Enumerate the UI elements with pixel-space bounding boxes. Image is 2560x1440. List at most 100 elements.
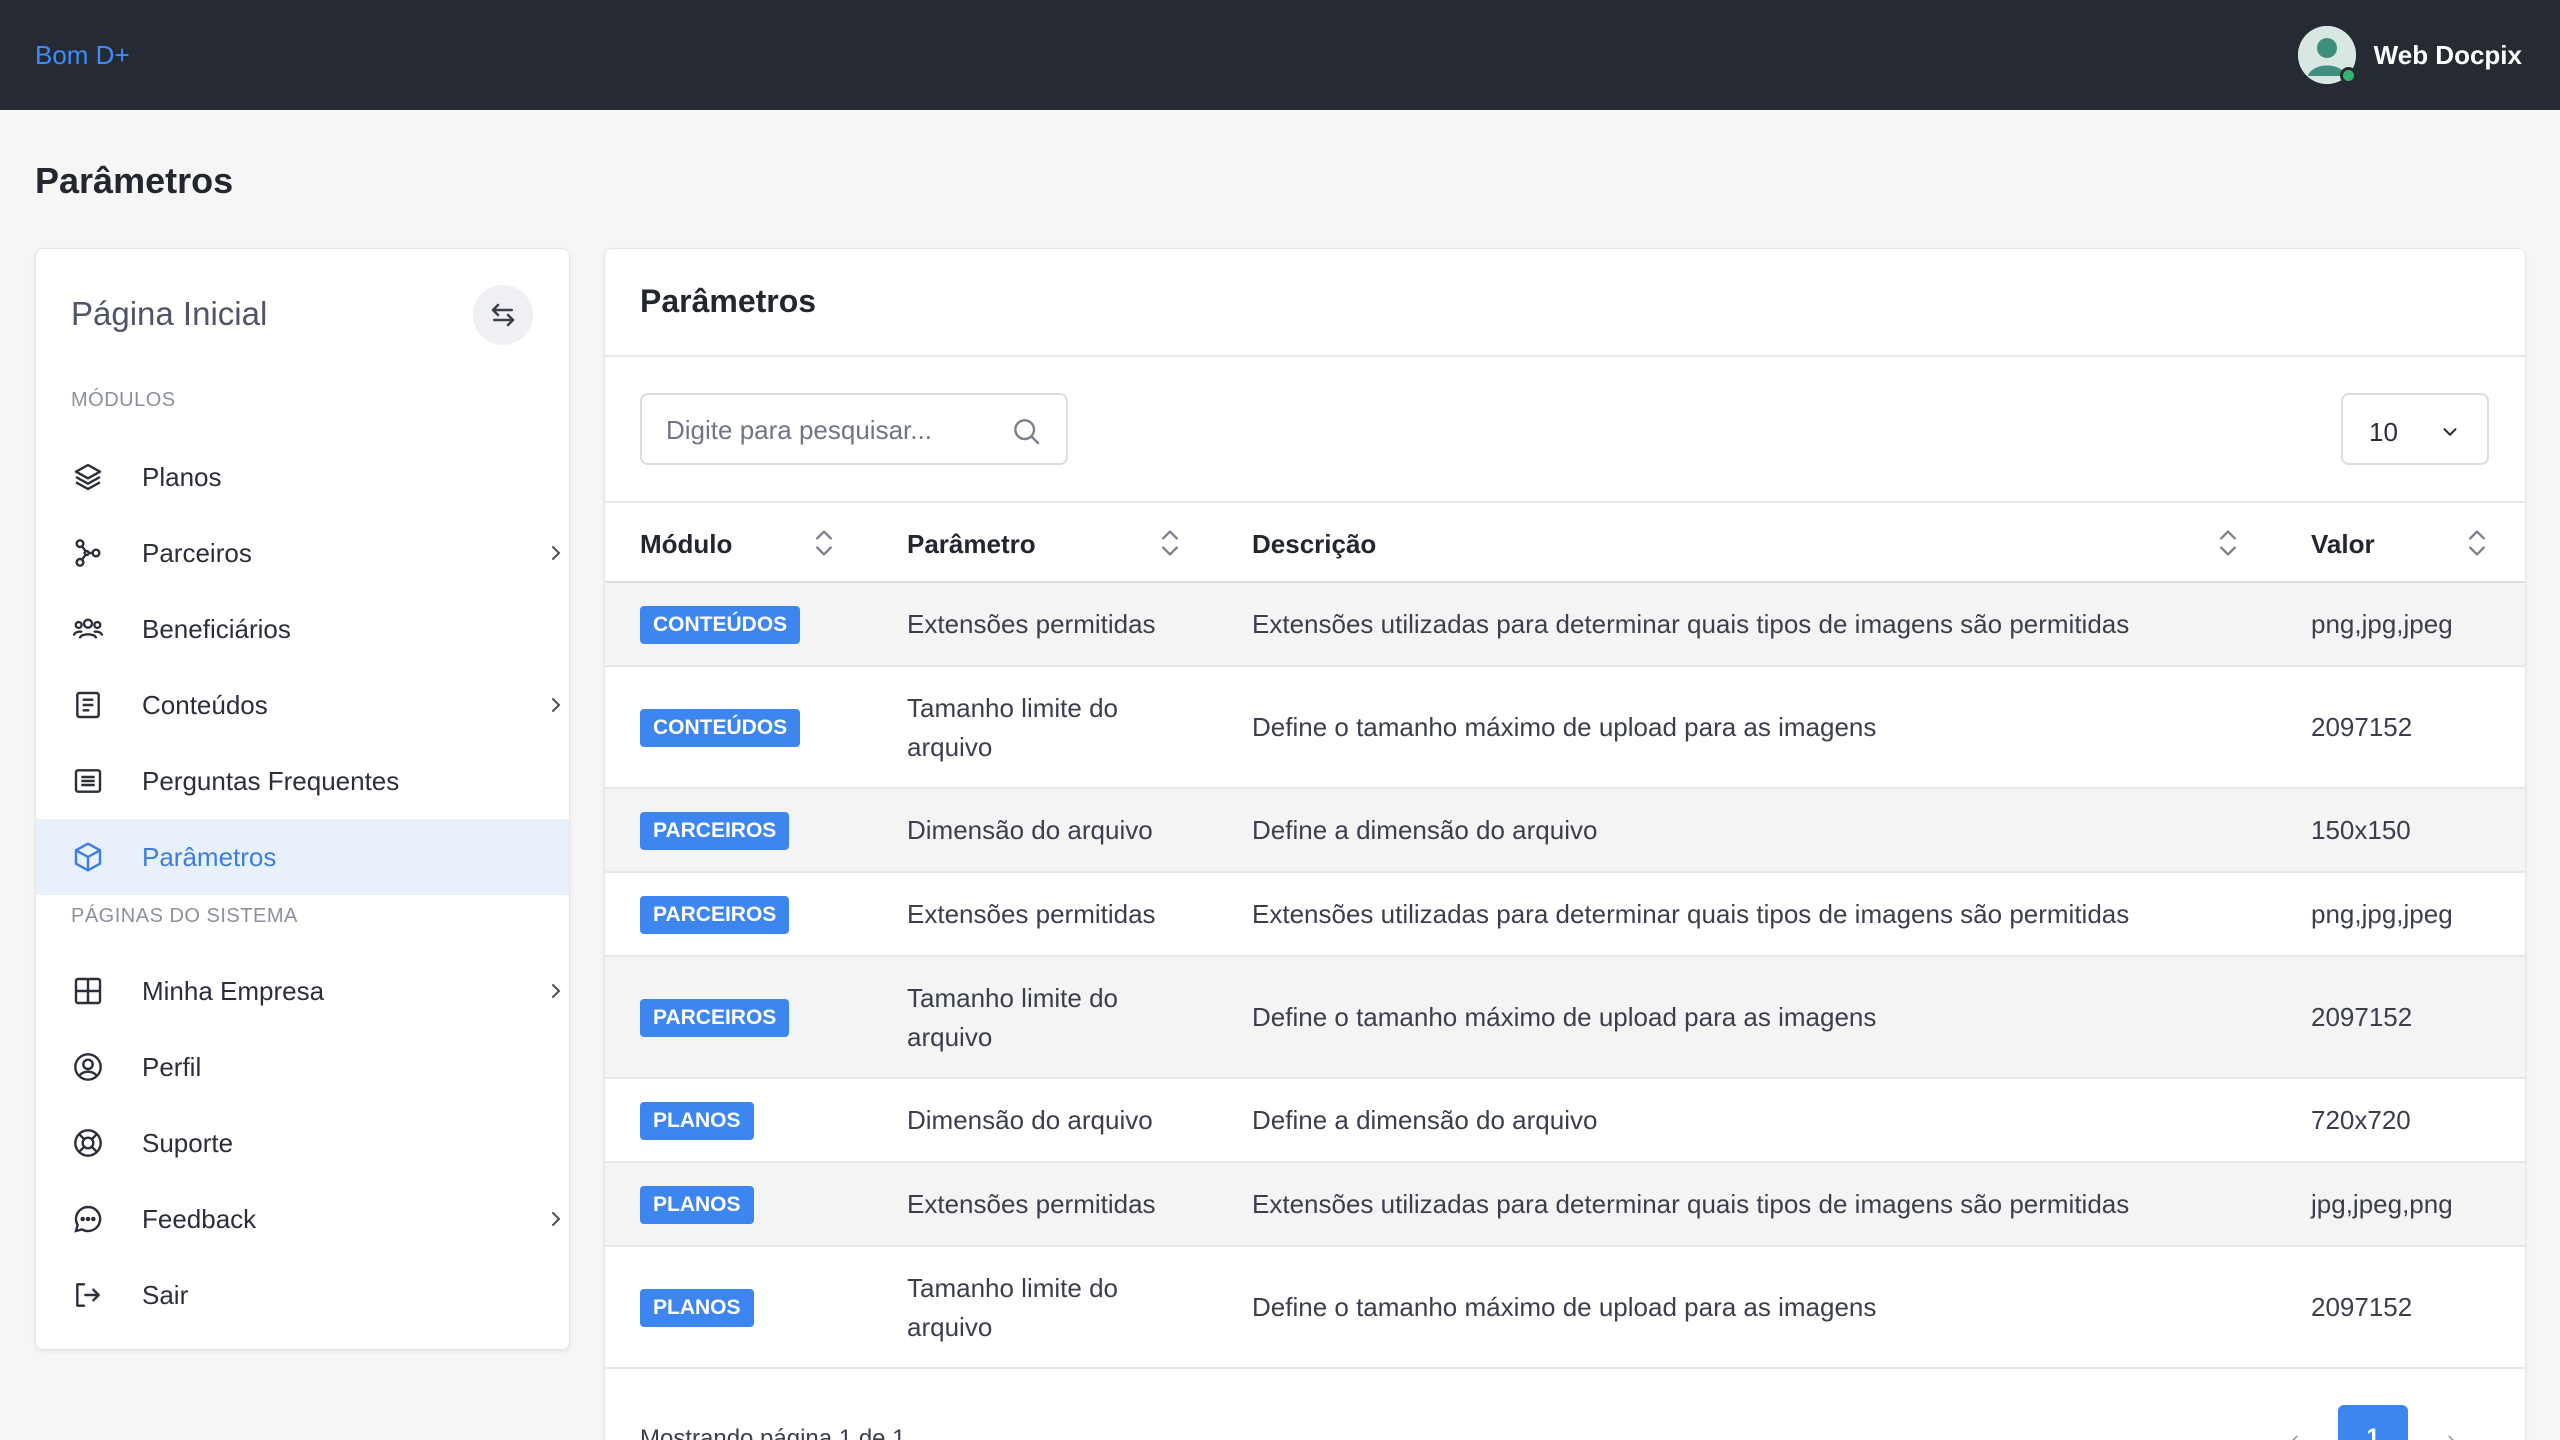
search-icon[interactable] [1010,415,1042,447]
table-row[interactable]: PLANOS Extensões permitidas Extensões ut… [605,1163,2525,1247]
sidebar-item-planos[interactable]: Planos [36,439,569,515]
value-cell: png,jpg,jpeg [2311,899,2453,929]
sidebar-toggle-button[interactable] [473,285,533,345]
chevron-right-icon[interactable] [2441,1431,2463,1440]
table-row[interactable]: PLANOS Tamanho limite do arquivo Define … [605,1247,2525,1369]
sidebar-item-perfil[interactable]: Perfil [36,1029,569,1105]
description-cell: Define a dimensão do arquivo [1252,1105,1598,1135]
parameter-cell: Dimensão do arquivo [907,1105,1153,1135]
parameter-cell: Tamanho limite do arquivo [907,983,1118,1052]
value-cell: 150x150 [2311,815,2411,845]
sidebar-item-label: Conteúdos [142,689,268,720]
module-badge: PARCEIROS [640,999,790,1037]
table-row[interactable]: PARCEIROS Tamanho limite do arquivo Defi… [605,957,2525,1079]
module-badge: PLANOS [640,1186,754,1224]
sidebar-item-label: Parâmetros [142,841,277,872]
avatar[interactable] [2297,26,2357,84]
parameter-cell: Tamanho limite do arquivo [907,1273,1118,1342]
page-size-value: 10 [2369,417,2398,447]
logout-icon [76,1283,100,1307]
description-cell: Extensões utilizadas para determinar qua… [1252,609,2130,639]
description-cell: Extensões utilizadas para determinar qua… [1252,899,2130,929]
column-header-modulo[interactable]: Módulo [640,529,732,560]
user-name[interactable]: Web Docpix [2374,40,2522,71]
description-cell: Extensões utilizadas para determinar qua… [1252,1189,2130,1219]
sort-icon[interactable] [2214,527,2242,559]
value-cell: 2097152 [2311,1292,2413,1322]
description-cell: Define a dimensão do arquivo [1252,815,1598,845]
module-badge: PLANOS [640,1289,754,1327]
chevron-left-icon[interactable] [2283,1431,2305,1440]
cube-icon [74,842,102,872]
parameter-cell: Tamanho limite do arquivo [907,693,1118,762]
panel-title: Parâmetros [640,283,817,319]
grid-icon [74,977,102,1005]
value-cell: jpg,jpeg,png [2311,1189,2453,1219]
module-badge: PARCEIROS [640,896,790,934]
parameter-cell: Extensões permitidas [907,1189,1156,1219]
section-label-system: PÁGINAS DO SISTEMA [71,905,298,927]
sidebar-item-conteudos[interactable]: Conteúdos [36,667,569,743]
value-cell: 2097152 [2311,712,2413,742]
description-cell: Define o tamanho máximo de upload para a… [1252,1292,1877,1322]
sidebar-title[interactable]: Página Inicial [71,295,267,333]
module-badge: CONTEÚDOS [640,606,801,644]
sidebar-item-label: Perguntas Frequentes [142,765,400,796]
table-header: Módulo Parâmetro Descrição Valor [605,501,2525,583]
sidebar-item-label: Feedback [142,1203,257,1234]
lifebuoy-icon [74,1129,102,1157]
sidebar-item-parceiros[interactable]: Parceiros [36,515,569,591]
chat-icon [74,1205,102,1233]
table-row[interactable]: CONTEÚDOS Extensões permitidas Extensões… [605,583,2525,667]
sidebar-item-parametros[interactable]: Parâmetros [36,819,569,895]
user-circle-icon [74,1053,102,1081]
module-badge: PARCEIROS [640,812,790,850]
sort-icon[interactable] [2463,527,2491,559]
section-label-modules: MÓDULOS [71,389,176,411]
chevron-down-icon [2443,428,2457,436]
parameters-panel: Parâmetros 10 Módulo Parâmetro Descrição… [604,248,2526,1440]
sidebar-item-suporte[interactable]: Suporte [36,1105,569,1181]
brand-logo[interactable]: Bom D+ [35,40,130,71]
parameter-cell: Extensões permitidas [907,899,1156,929]
pagination-page-button[interactable]: 1 [2338,1405,2408,1440]
table-row[interactable]: CONTEÚDOS Tamanho limite do arquivo Defi… [605,667,2525,789]
chevron-right-icon [552,984,561,998]
document-icon [76,691,100,719]
sidebar-item-perguntas-frequentes[interactable]: Perguntas Frequentes [36,743,569,819]
value-cell: 2097152 [2311,1002,2413,1032]
table-row[interactable]: PARCEIROS Dimensão do arquivo Define a d… [605,789,2525,873]
online-status-dot [2339,67,2357,84]
page-size-select[interactable]: 10 [2341,393,2489,465]
value-cell: png,jpg,jpeg [2311,609,2453,639]
sidebar-item-beneficiarios[interactable]: Beneficiários [36,591,569,667]
search-box[interactable] [640,393,1068,465]
user-menu[interactable]: Web Docpix [2297,26,2522,84]
parameter-cell: Extensões permitidas [907,609,1156,639]
sidebar-item-minha-empresa[interactable]: Minha Empresa [36,953,569,1029]
sidebar-item-label: Minha Empresa [142,975,325,1006]
value-cell: 720x720 [2311,1105,2411,1135]
sidebar-item-label: Planos [142,461,222,492]
sort-icon[interactable] [1156,527,1184,559]
sidebar-item-sair[interactable]: Sair [36,1257,569,1333]
module-badge: CONTEÚDOS [640,709,801,747]
network-icon [75,539,101,567]
module-badge: PLANOS [640,1102,754,1140]
sidebar-item-label: Beneficiários [142,613,291,644]
divider [605,355,2525,357]
search-input[interactable] [666,411,986,449]
chevron-right-icon [552,1212,561,1226]
column-header-parametro[interactable]: Parâmetro [907,529,1036,560]
sidebar-item-feedback[interactable]: Feedback [36,1181,569,1257]
table-row[interactable]: PARCEIROS Extensões permitidas Extensões… [605,873,2525,957]
sort-icon[interactable] [810,527,838,559]
description-cell: Define o tamanho máximo de upload para a… [1252,1002,1877,1032]
column-header-valor[interactable]: Valor [2311,529,2375,560]
swap-arrows-icon [491,303,515,327]
sidebar-item-label: Sair [142,1279,189,1310]
sidebar-item-label: Perfil [142,1051,202,1082]
table-row[interactable]: PLANOS Dimensão do arquivo Define a dime… [605,1079,2525,1163]
list-icon [74,769,102,793]
column-header-descricao[interactable]: Descrição [1252,529,1376,560]
